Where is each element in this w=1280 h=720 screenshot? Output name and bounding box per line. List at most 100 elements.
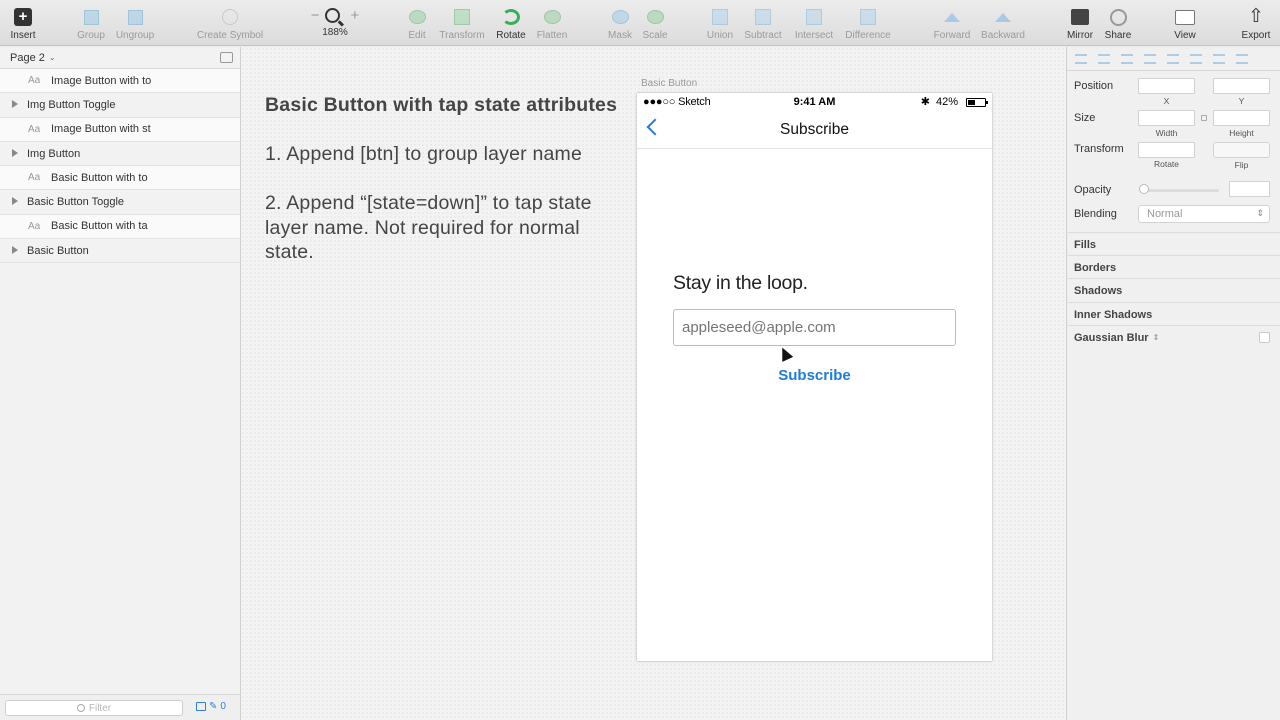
flatten-button[interactable]: Flatten <box>522 7 582 41</box>
layer-row[interactable]: Aa Basic Button with ta <box>0 214 240 240</box>
transform-label: Transform <box>1074 143 1124 155</box>
union-icon <box>712 9 728 25</box>
align-bottom-icon[interactable] <box>1190 53 1202 64</box>
size-label: Size <box>1074 112 1096 124</box>
align-right-icon[interactable] <box>1121 53 1133 64</box>
view-label: View <box>1174 30 1196 41</box>
align-middle-icon[interactable] <box>1167 53 1179 64</box>
align-center-icon[interactable] <box>1098 53 1110 64</box>
navigation-bar: Subscribe <box>637 111 992 149</box>
x-field[interactable] <box>1138 78 1195 94</box>
layer-row[interactable]: Basic Button <box>0 239 240 264</box>
zoom-icon <box>324 8 340 23</box>
width-field[interactable] <box>1138 110 1195 126</box>
layer-name: Image Button with st <box>51 123 151 136</box>
opacity-slider-handle[interactable] <box>1139 184 1149 194</box>
layer-row[interactable]: Basic Button Toggle <box>0 190 240 215</box>
chevron-updown-icon[interactable]: ⇕ <box>1153 333 1160 342</box>
share-label: Share <box>1104 30 1132 41</box>
artboard-label[interactable]: Basic Button <box>641 78 697 89</box>
subtract-label: Subtract <box>744 30 782 41</box>
artboard[interactable]: ●●●○○ Sketch 9:41 AM ✱ 42% Subscribe Sta… <box>637 93 992 661</box>
layer-row[interactable]: Img Button <box>0 142 240 167</box>
difference-button[interactable]: Difference <box>838 7 898 41</box>
export-button[interactable]: ⇧ Export <box>1226 7 1280 41</box>
inner-shadows-section[interactable]: Inner Shadows <box>1066 302 1280 326</box>
layer-row[interactable]: Img Button Toggle <box>0 93 240 118</box>
distribute-vertical-icon[interactable] <box>1236 53 1248 64</box>
intersect-icon <box>806 9 822 25</box>
zoom-in-button[interactable]: + <box>351 7 360 24</box>
canvas[interactable]: Basic Button with tap state attributes 1… <box>241 47 1066 720</box>
ungroup-button[interactable]: Ungroup <box>105 7 165 41</box>
filter-options[interactable]: ✎ 0 <box>196 701 226 712</box>
page-selector[interactable]: Page 2 ⌄ <box>0 47 240 69</box>
zoom-level: 188% <box>322 27 348 38</box>
filter-count: 0 <box>220 701 226 712</box>
fills-label: Fills <box>1074 238 1097 251</box>
filter-input[interactable]: Filter <box>5 700 183 716</box>
share-icon <box>1109 8 1127 26</box>
instruction-step-2: 2. Append “[state=down]” to tap state la… <box>265 192 592 263</box>
layer-row[interactable]: Aa Basic Button with to <box>0 166 240 191</box>
fills-section[interactable]: Fills <box>1066 232 1280 256</box>
layer-row[interactable]: Aa Image Button with to <box>0 69 240 94</box>
shadows-label: Shadows <box>1074 284 1123 297</box>
disclosure-triangle-icon[interactable] <box>12 246 18 255</box>
chevron-down-icon: ⌄ <box>48 53 56 62</box>
forward-icon <box>944 12 960 22</box>
create-symbol-button[interactable]: Create Symbol <box>190 7 270 41</box>
alignment-toolbar <box>1067 47 1280 71</box>
pen-icon[interactable]: ✎ <box>209 701 217 712</box>
share-button[interactable]: Share <box>1088 7 1148 41</box>
align-top-icon[interactable] <box>1144 53 1156 64</box>
gaussian-blur-section[interactable]: Gaussian Blur ⇕ <box>1066 325 1280 349</box>
gaussian-blur-checkbox[interactable] <box>1259 332 1270 343</box>
align-left-icon[interactable] <box>1075 53 1087 64</box>
layer-row[interactable]: Aa Image Button with st <box>0 117 240 142</box>
borders-section[interactable]: Borders <box>1066 255 1280 279</box>
height-field[interactable] <box>1213 110 1270 126</box>
artboard-filter-icon[interactable] <box>196 702 206 711</box>
layer-name: Basic Button Toggle <box>27 196 125 209</box>
search-icon <box>76 704 85 712</box>
difference-icon <box>860 9 876 25</box>
distribute-horizontal-icon[interactable] <box>1213 53 1225 64</box>
insert-button[interactable]: + Insert <box>0 7 53 41</box>
borders-label: Borders <box>1074 261 1117 274</box>
layer-name: Basic Button with ta <box>51 220 148 233</box>
ungroup-icon <box>127 9 143 25</box>
blending-select[interactable]: Normal ⇕ <box>1138 205 1270 223</box>
zoom-out-button[interactable]: − <box>311 7 320 24</box>
opacity-field[interactable] <box>1229 181 1270 197</box>
disclosure-triangle-icon[interactable] <box>12 100 18 109</box>
view-button[interactable]: View <box>1155 7 1215 41</box>
height-label: Height <box>1229 128 1254 138</box>
instructions-text[interactable]: Basic Button with tap state attributes 1… <box>265 93 625 289</box>
layer-name: Img Button Toggle <box>27 98 116 111</box>
disclosure-triangle-icon[interactable] <box>12 197 18 206</box>
intersect-button[interactable]: Intersect <box>784 7 844 41</box>
forward-label: Forward <box>933 30 971 41</box>
flip-buttons[interactable] <box>1213 142 1270 158</box>
opacity-slider[interactable] <box>1141 189 1219 192</box>
status-bar: ●●●○○ Sketch 9:41 AM ✱ 42% <box>637 93 992 111</box>
export-icon: ⇧ <box>1248 6 1264 27</box>
page-name: Page 2 <box>10 51 45 64</box>
x-label: X <box>1163 96 1170 106</box>
backward-label: Backward <box>981 30 1025 41</box>
scale-button[interactable]: Scale <box>625 7 685 41</box>
subscribe-button[interactable]: Subscribe <box>637 367 992 384</box>
instructions-heading: Basic Button with tap state attributes <box>265 94 618 116</box>
shadows-section[interactable]: Shadows <box>1066 278 1280 302</box>
stay-in-loop-heading: Stay in the loop. <box>673 272 808 294</box>
backward-button[interactable]: Backward <box>973 7 1033 41</box>
email-field[interactable] <box>673 309 956 346</box>
disclosure-triangle-icon[interactable] <box>12 148 18 157</box>
rotate-field[interactable] <box>1138 142 1195 158</box>
zoom-control[interactable]: − + 188% <box>305 7 365 38</box>
flip-label: Flip <box>1234 160 1249 170</box>
page-toggle-icon[interactable] <box>220 52 233 63</box>
lock-icon[interactable] <box>1201 115 1207 121</box>
y-field[interactable] <box>1213 78 1270 94</box>
